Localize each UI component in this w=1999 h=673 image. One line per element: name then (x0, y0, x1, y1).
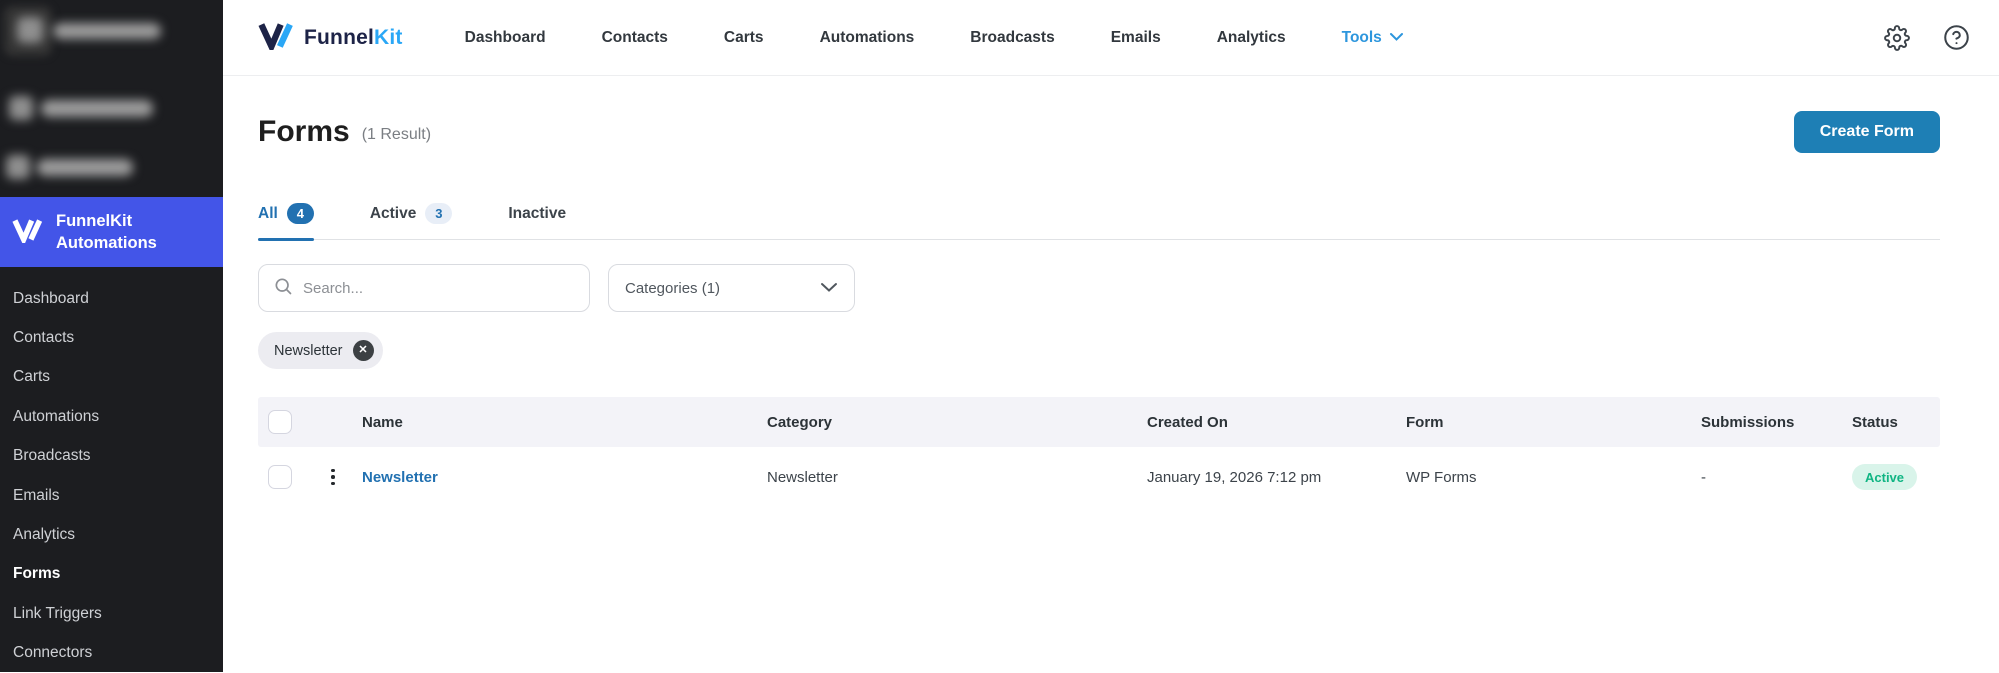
nav-broadcasts[interactable]: Broadcasts (970, 29, 1054, 47)
nav-analytics[interactable]: Analytics (1217, 29, 1286, 47)
help-icon[interactable] (1943, 24, 1970, 51)
blurred-icon (9, 96, 33, 120)
form-name-link[interactable]: Newsletter (362, 469, 438, 486)
funnelkit-brand: FunnelKit (258, 21, 403, 55)
nav-contacts[interactable]: Contacts (602, 29, 668, 47)
chevron-down-icon (820, 280, 838, 297)
blurred-label (53, 23, 161, 39)
row-actions-kebab-icon[interactable] (310, 468, 335, 486)
column-header-form: Form (1406, 413, 1444, 431)
blurred-label (41, 100, 153, 117)
sidebar-item-funnelkit-automations[interactable]: FunnelKit Automations (0, 197, 223, 267)
sidebar-item-broadcasts[interactable]: Broadcasts (0, 437, 223, 476)
brand-wordmark: FunnelKit (304, 25, 403, 49)
create-form-button[interactable]: Create Form (1793, 111, 1940, 153)
row-submissions: - (1701, 468, 1706, 486)
column-header-status: Status (1852, 413, 1898, 431)
active-filters: Newsletter ✕ (258, 332, 1940, 369)
admin-sidebar: FunnelKit Automations Dashboard Contacts… (0, 0, 223, 672)
forms-table: Name Category Created On Form Submission… (258, 397, 1940, 507)
column-header-created-on: Created On (1147, 413, 1228, 431)
row-created-on: January 19, 2026 7:12 pm (1147, 468, 1322, 486)
page-header: Forms (1 Result) Create Form (258, 111, 1940, 153)
remove-filter-icon[interactable]: ✕ (352, 340, 374, 361)
nav-carts[interactable]: Carts (724, 29, 764, 47)
funnelkit-logo-icon (12, 217, 44, 248)
table-header-row: Name Category Created On Form Submission… (258, 397, 1940, 447)
search-box (258, 264, 590, 312)
chevron-down-icon (1389, 29, 1404, 47)
row-checkbox[interactable] (268, 465, 292, 489)
tab-all[interactable]: All 4 (258, 203, 314, 241)
row-form-source: WP Forms (1406, 468, 1477, 486)
result-count: (1 Result) (361, 126, 432, 143)
plugin-submenu: Dashboard Contacts Carts Automations Bro… (0, 279, 223, 673)
row-category: Newsletter (767, 468, 838, 486)
blurred-icon (17, 17, 43, 43)
top-nav: Dashboard Contacts Carts Automations Bro… (465, 29, 1404, 47)
search-input[interactable] (303, 279, 575, 297)
table-row: Newsletter Newsletter January 19, 2026 7… (258, 447, 1940, 507)
sidebar-item-analytics[interactable]: Analytics (0, 515, 223, 554)
nav-emails[interactable]: Emails (1111, 29, 1161, 47)
column-header-submissions: Submissions (1701, 413, 1795, 431)
settings-gear-icon[interactable] (1883, 24, 1910, 51)
sidebar-item-automations[interactable]: Automations (0, 397, 223, 436)
sidebar-item-forms[interactable]: Forms (0, 555, 223, 594)
sidebar-item-carts[interactable]: Carts (0, 358, 223, 397)
tab-inactive[interactable]: Inactive (508, 203, 566, 239)
nav-dashboard[interactable]: Dashboard (465, 29, 546, 47)
sidebar-item-contacts[interactable]: Contacts (0, 318, 223, 357)
blurred-icon (6, 155, 30, 179)
page-title: Forms (258, 115, 350, 148)
nav-automations[interactable]: Automations (820, 29, 915, 47)
sidebar-item-connectors[interactable]: Connectors (0, 634, 223, 673)
column-header-category: Category (767, 413, 833, 431)
tab-active-count-badge: 3 (425, 203, 453, 224)
sidebar-item-emails[interactable]: Emails (0, 476, 223, 515)
sidebar-plugin-name: FunnelKit Automations (56, 212, 157, 252)
column-header-name: Name (362, 413, 403, 431)
funnelkit-logo-icon (258, 21, 295, 55)
nav-tools-dropdown[interactable]: Tools (1342, 29, 1404, 47)
select-all-checkbox[interactable] (268, 410, 292, 434)
tab-all-count-badge: 4 (286, 203, 314, 224)
top-navigation-bar: FunnelKit Dashboard Contacts Carts Autom… (223, 0, 1999, 76)
blurred-label (37, 159, 133, 176)
forms-page: Forms (1 Result) Create Form All 4 Activ… (223, 76, 1999, 672)
status-badge: Active (1852, 464, 1918, 490)
status-tabs: All 4 Active 3 Inactive (258, 203, 1940, 241)
categories-dropdown[interactable]: Categories (1) (608, 264, 855, 312)
sidebar-item-link-triggers[interactable]: Link Triggers (0, 594, 223, 633)
filter-row: Categories (1) (258, 264, 1940, 312)
search-icon (273, 276, 293, 301)
topbar-actions (1883, 24, 1999, 51)
sidebar-item-dashboard[interactable]: Dashboard (0, 279, 223, 318)
filter-chip-newsletter: Newsletter ✕ (258, 332, 383, 369)
tab-active[interactable]: Active 3 (370, 203, 453, 239)
